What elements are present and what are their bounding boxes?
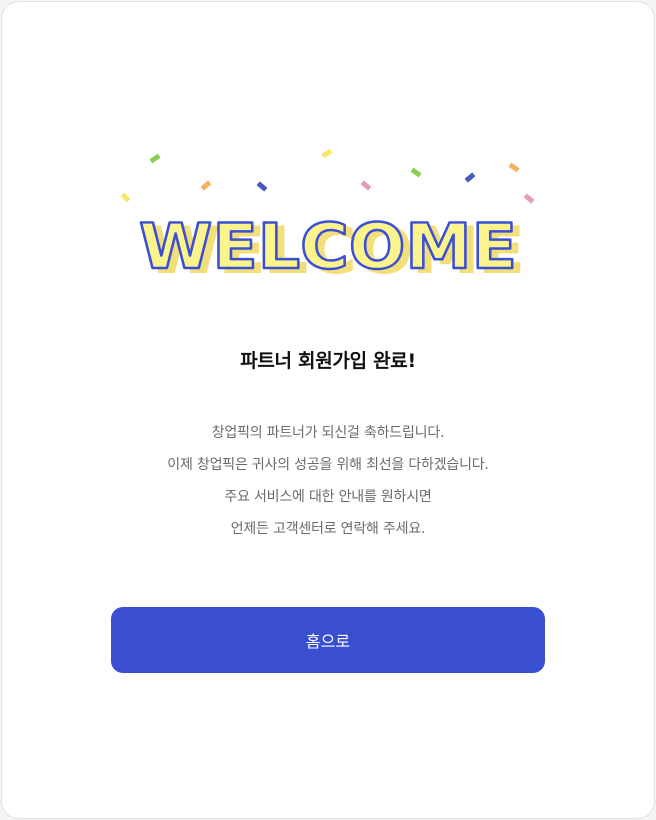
home-button[interactable]: 홈으로 [111,607,545,673]
signup-complete-card: WELCOME WELCOME 파트너 회원가입 완료! 창업픽의 파트너가 되… [1,1,655,819]
page-title: 파트너 회원가입 완료! [240,350,416,372]
message-line-4: 언제든 고객센터로 연락해 주세요. [230,521,426,537]
message-line-2: 이제 창업픽은 귀사의 성공을 위해 최선을 다하겠습니다. [167,457,489,473]
welcome-text: WELCOME [139,210,517,283]
welcome-hero: WELCOME WELCOME [2,132,654,292]
welcome-logo: WELCOME WELCOME [138,209,525,288]
message-line-3: 주요 서비스에 대한 안내를 원하시면 [224,489,432,505]
message-line-1: 창업픽의 파트너가 되신걸 축하드립니다. [211,425,445,441]
